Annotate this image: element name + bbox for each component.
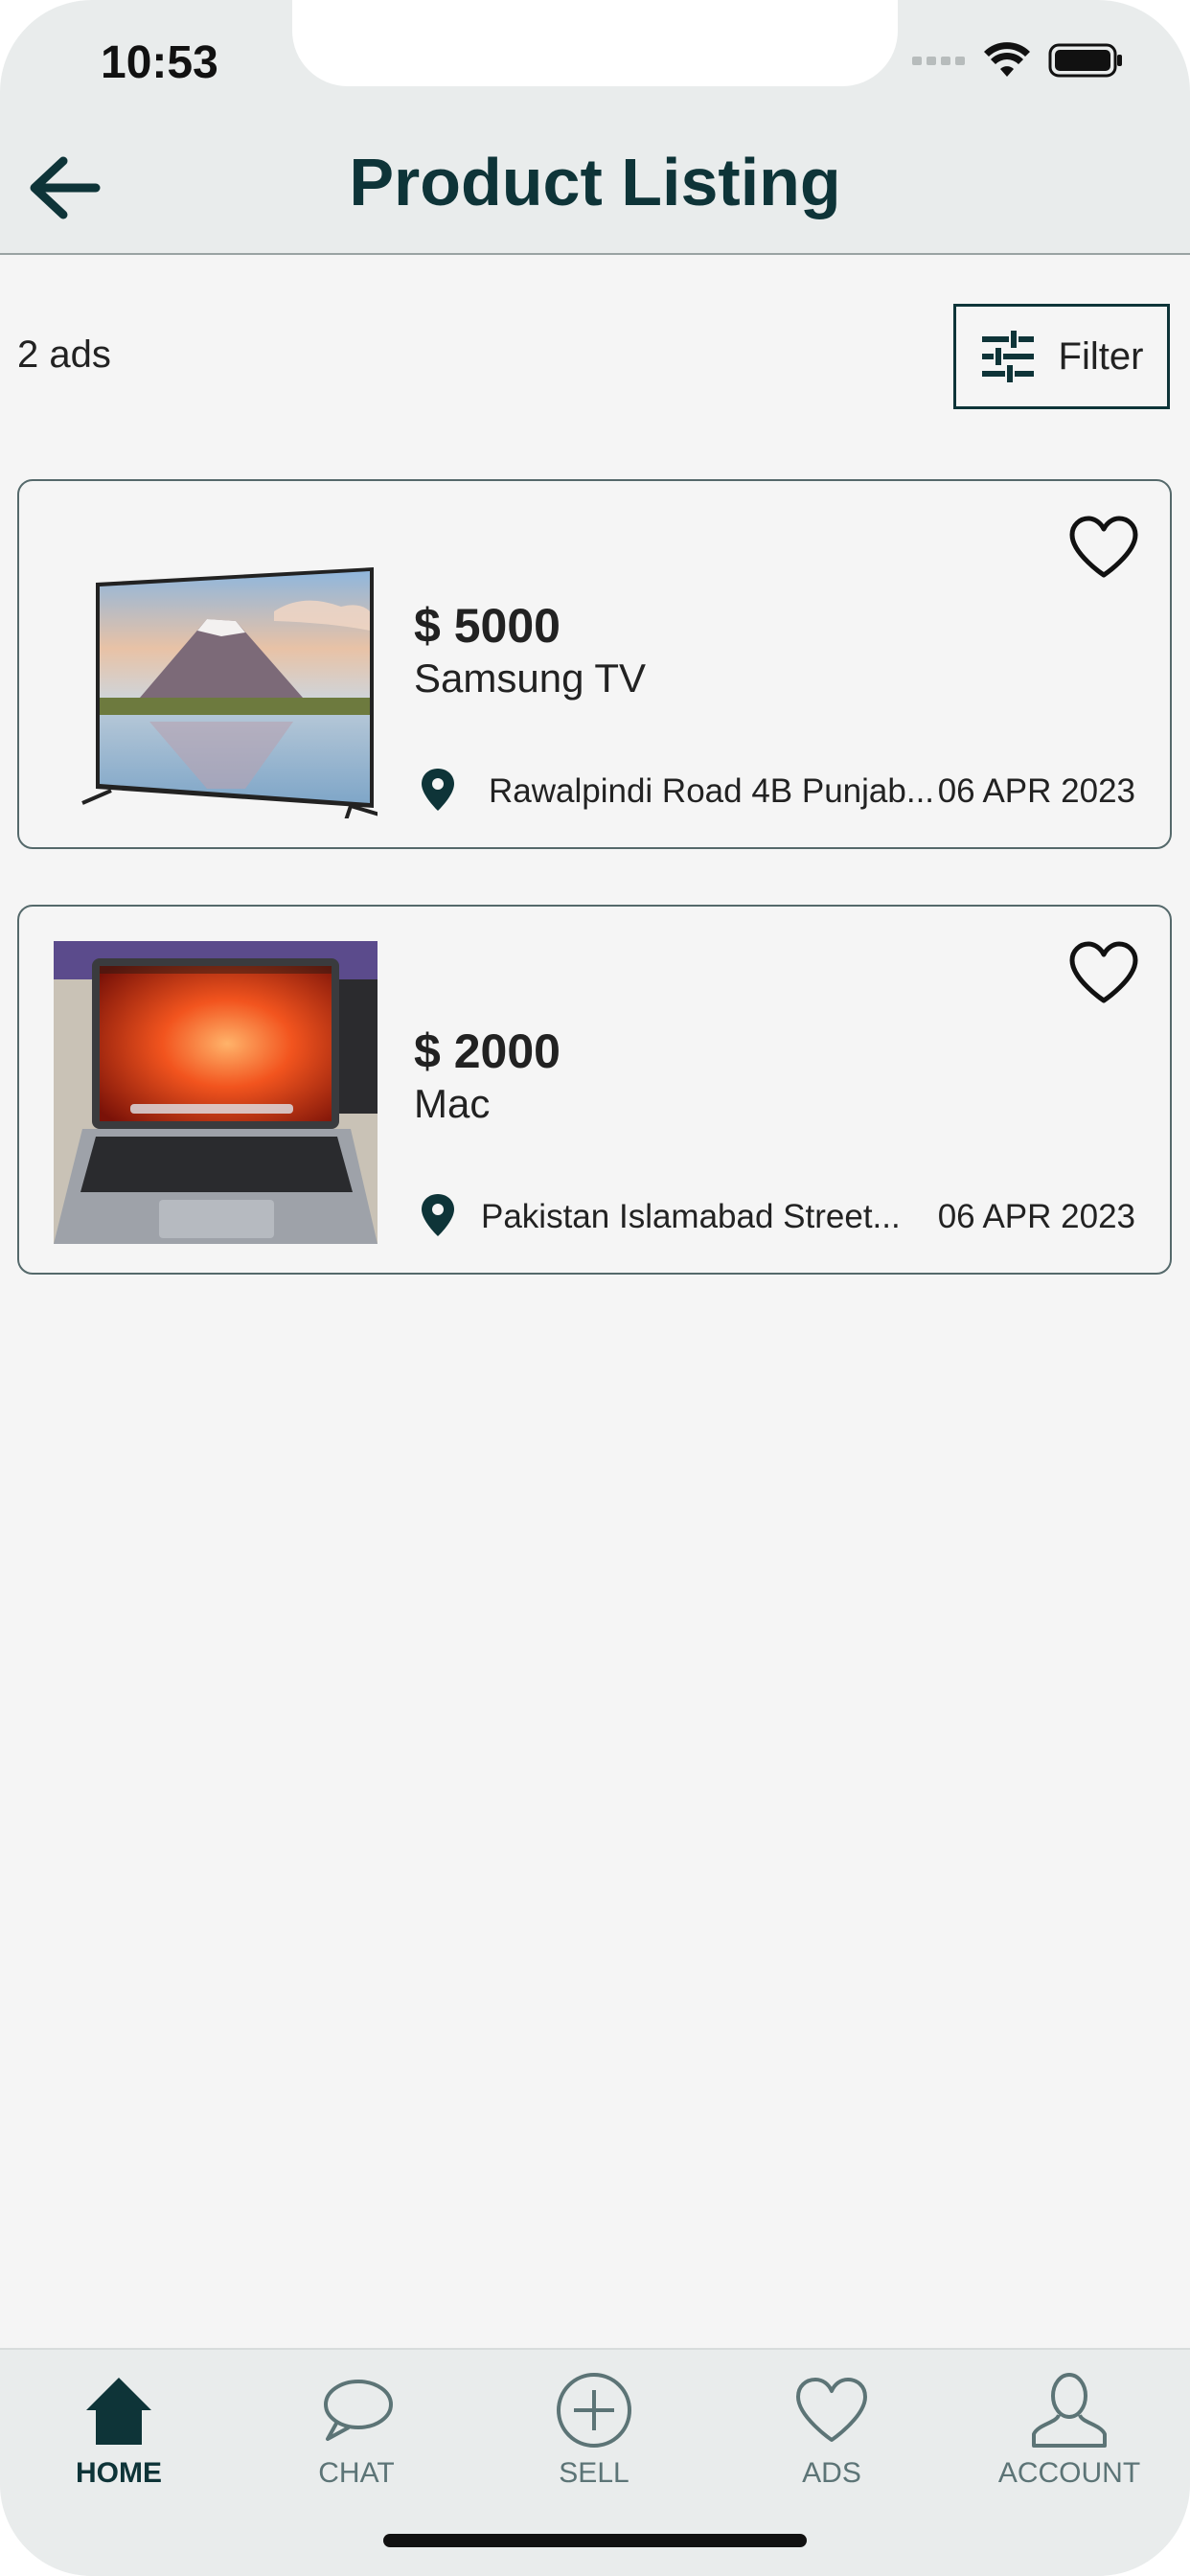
favorite-heart-icon[interactable] [1068, 941, 1139, 1004]
tab-label: CHAT [318, 2457, 395, 2489]
battery-icon [1048, 43, 1122, 78]
product-date: 06 APR 2023 [937, 772, 1135, 810]
tab-label: ACCOUNT [997, 2457, 1141, 2489]
product-price: $ 2000 [414, 1024, 561, 1078]
tab-account[interactable]: ACCOUNT [973, 2350, 1165, 2503]
location-pin-icon [422, 1194, 454, 1236]
cellular-signal-icon [912, 57, 965, 65]
status-time: 10:53 [101, 37, 218, 88]
favorite-heart-icon[interactable] [1068, 516, 1139, 579]
ads-count: 2 ads [17, 334, 111, 376]
tab-chat[interactable]: CHAT [261, 2350, 452, 2503]
heart-icon [796, 2378, 867, 2442]
product-image-tv [54, 516, 378, 818]
product-date: 06 APR 2023 [937, 1198, 1135, 1235]
tab-home[interactable]: HOME [23, 2350, 215, 2503]
product-card[interactable]: $ 2000 Mac Pakistan Islamabad Street... … [17, 905, 1172, 1275]
status-icons [912, 42, 1123, 79]
tab-ads[interactable]: ADS [736, 2350, 927, 2503]
tab-label: HOME [76, 2457, 162, 2489]
device-notch [292, 0, 898, 86]
tab-sell[interactable]: SELL [498, 2350, 690, 2503]
app-screen: 10:53 Product Listing 2 ads Filter $ 500… [0, 0, 1190, 2576]
location-pin-icon [422, 769, 454, 811]
product-image-mac [54, 941, 378, 1244]
wifi-icon [984, 42, 1030, 77]
product-price: $ 5000 [414, 599, 561, 653]
product-title: Mac [414, 1081, 491, 1126]
page-title: Product Listing [349, 145, 841, 219]
product-title: Samsung TV [414, 656, 647, 701]
product-card[interactable]: $ 5000 Samsung TV Rawalpindi Road 4B Pun… [17, 479, 1172, 849]
product-location: Pakistan Islamabad Street... [481, 1198, 901, 1235]
tab-label: ADS [802, 2457, 861, 2489]
product-location: Rawalpindi Road 4B Punjab... [489, 772, 935, 810]
plus-circle-icon [557, 2373, 631, 2448]
tab-label: SELL [559, 2457, 629, 2489]
screen-corner [0, 0, 92, 92]
home-icon [86, 2378, 151, 2445]
filter-label: Filter [1058, 334, 1144, 378]
home-indicator[interactable] [383, 2534, 807, 2547]
person-icon [1032, 2373, 1107, 2448]
filter-button[interactable]: Filter [953, 304, 1170, 409]
sliders-icon [981, 331, 1034, 382]
chat-icon [324, 2380, 393, 2441]
